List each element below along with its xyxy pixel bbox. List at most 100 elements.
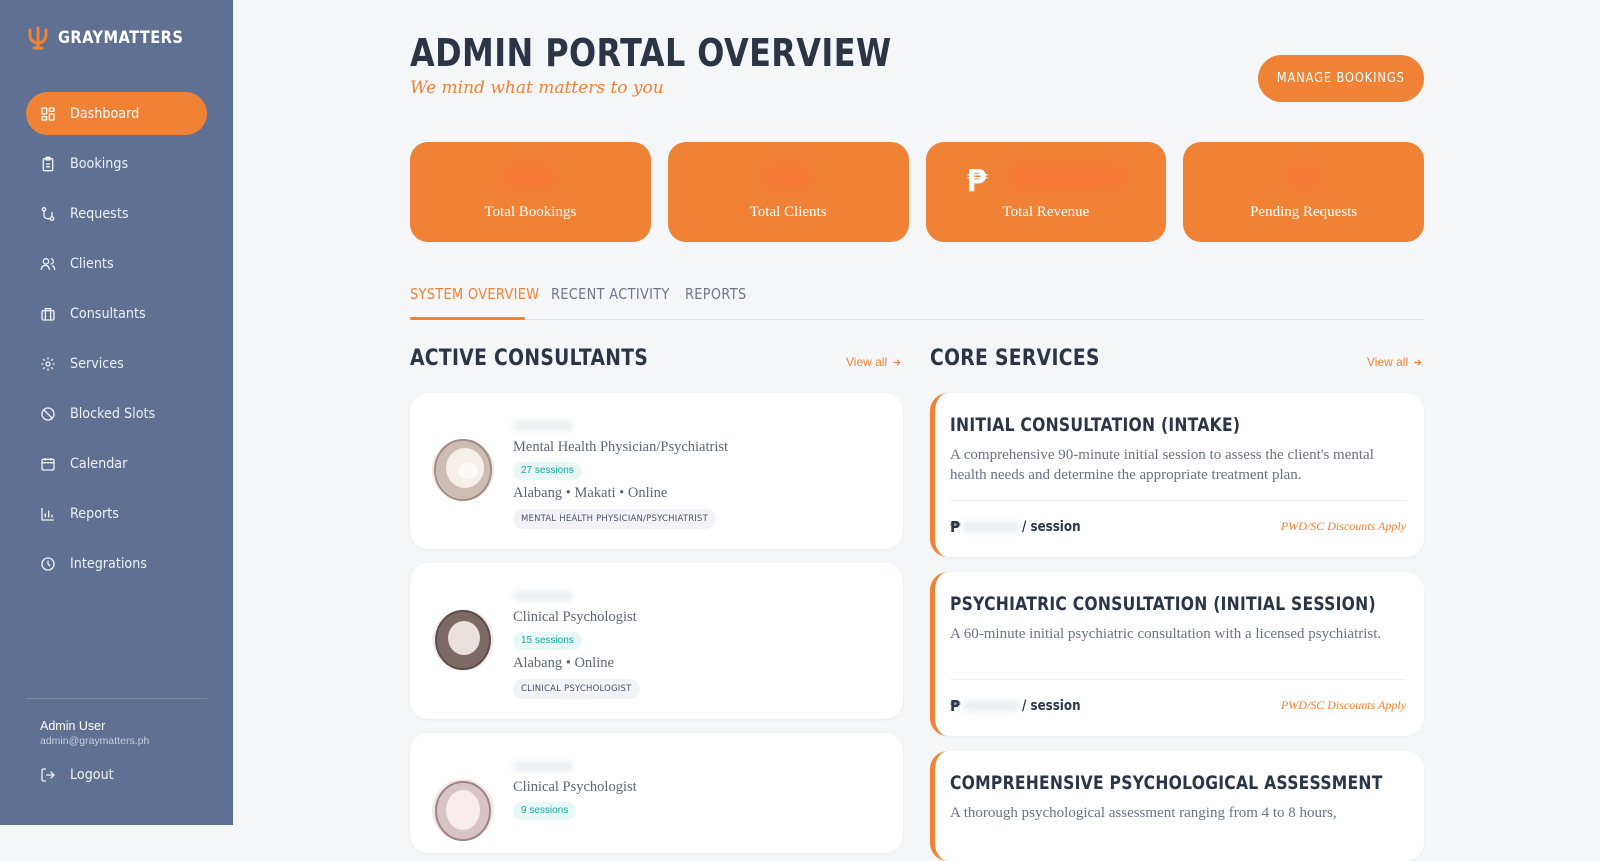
consultant-avatar <box>430 607 496 673</box>
dashboard-icon <box>41 106 55 121</box>
sidebar-item-label: Calendar <box>70 455 128 472</box>
service-title: COMPREHENSIVE PSYCHOLOGICAL ASSESSMENT <box>950 772 1383 794</box>
divider <box>950 500 1406 501</box>
user-name: Admin User <box>40 719 106 733</box>
per-session-label: / session <box>1022 698 1081 714</box>
per-session-label: / session <box>1022 519 1081 535</box>
manage-bookings-label: MANAGE BOOKINGS <box>1276 71 1406 86</box>
consultant-locations: Alabang • Makati • Online <box>513 485 668 501</box>
sidebar-item-label: Clients <box>70 255 114 272</box>
manage-bookings-button[interactable]: MANAGE BOOKINGS <box>1258 55 1424 102</box>
stat-value-redacted <box>410 166 651 194</box>
service-description: A thorough psychological assessment rang… <box>950 805 1337 821</box>
stat-value-redacted <box>1183 166 1424 194</box>
active-tab-indicator <box>410 317 525 320</box>
consultant-avatar <box>430 777 496 843</box>
users-icon <box>40 257 56 270</box>
sidebar-item-reports[interactable]: Reports <box>26 492 207 535</box>
stat-value-redacted <box>668 166 909 194</box>
sidebar-item-services[interactable]: Services <box>26 342 207 385</box>
sidebar-item-label: Services <box>70 355 124 372</box>
sidebar-item-label: Bookings <box>70 155 129 172</box>
consultant-role: Mental Health Physician/Psychiatrist <box>513 439 729 455</box>
peso-icon: ₱ <box>950 518 961 536</box>
consultant-locations: Alabang • Online <box>513 655 614 671</box>
tab-reports[interactable]: REPORTS <box>685 285 747 303</box>
consultant-avatar <box>430 437 496 503</box>
consultant-name-redacted <box>513 591 573 601</box>
service-price: ₱ / session <box>950 697 1091 715</box>
service-title: PSYCHIATRIC CONSULTATION (INITIAL SESSIO… <box>950 593 1376 615</box>
services-view-all-link[interactable]: View all <box>1367 355 1423 369</box>
tagline: We mind what matters to you <box>410 78 664 98</box>
page-title: ADMIN PORTAL OVERVIEW <box>410 31 892 75</box>
sidebar-divider <box>26 698 207 699</box>
sidebar-item-requests[interactable]: Requests <box>26 192 207 235</box>
view-all-label: View all <box>846 355 888 369</box>
stat-label: Total Clients <box>749 204 827 220</box>
calendar-icon <box>41 457 55 471</box>
logout-button[interactable]: Logout <box>40 767 120 783</box>
consultant-card[interactable]: Mental Health Physician/Psychiatrist 27 … <box>410 393 903 549</box>
sidebar: GRAYMATTERS Dashboard Bookings Requests … <box>0 0 233 825</box>
sidebar-item-bookings[interactable]: Bookings <box>26 142 207 185</box>
sidebar-item-calendar[interactable]: Calendar <box>26 442 207 485</box>
stat-card-total-clients[interactable]: Total Clients <box>667 142 909 242</box>
gear-icon <box>41 356 55 371</box>
consultant-role: Clinical Psychologist <box>513 609 637 625</box>
user-email: admin@graymatters.ph <box>40 735 150 747</box>
service-card[interactable]: COMPREHENSIVE PSYCHOLOGICAL ASSESSMENT A… <box>930 751 1424 861</box>
price-redacted <box>962 521 1021 533</box>
service-description: A comprehensive 90-minute initial sessio… <box>950 447 1374 483</box>
ban-icon <box>41 406 55 421</box>
sidebar-item-clients[interactable]: Clients <box>26 242 207 285</box>
tab-system-overview[interactable]: SYSTEM OVERVIEW <box>410 285 539 303</box>
sidebar-item-label: Blocked Slots <box>70 405 156 422</box>
sidebar-item-label: Integrations <box>70 555 147 572</box>
stat-card-total-revenue[interactable]: ₱ Total Revenue <box>925 142 1167 242</box>
bar-chart-icon <box>41 507 54 521</box>
sidebar-nav: Dashboard Bookings Requests Clients Cons… <box>26 92 207 592</box>
discount-note: PWD/SC Discounts Apply <box>1280 698 1406 712</box>
brand-logo[interactable]: GRAYMATTERS <box>26 26 204 50</box>
sidebar-item-blocked-slots[interactable]: Blocked Slots <box>26 392 207 435</box>
arrow-right-icon <box>893 358 901 366</box>
sidebar-item-label: Dashboard <box>70 105 140 122</box>
session-count-badge: 9 sessions <box>513 802 577 820</box>
consultants-view-all-link[interactable]: View all <box>846 355 902 369</box>
service-card[interactable]: PSYCHIATRIC CONSULTATION (INITIAL SESSIO… <box>930 572 1424 736</box>
arrow-right-icon <box>1414 358 1422 366</box>
specialty-tag: CLINICAL PSYCHOLOGIST <box>513 679 640 699</box>
consultant-role: Clinical Psychologist <box>513 779 637 795</box>
sidebar-item-consultants[interactable]: Consultants <box>26 292 207 335</box>
stat-card-pending-requests[interactable]: Pending Requests <box>1183 142 1424 242</box>
overview-tabs: SYSTEM OVERVIEW RECENT ACTIVITY REPORTS <box>410 283 1424 320</box>
divider <box>950 679 1406 680</box>
sidebar-item-label: Requests <box>70 205 129 222</box>
logout-icon <box>41 768 55 782</box>
tab-recent-activity[interactable]: RECENT ACTIVITY <box>551 285 670 303</box>
route-icon <box>41 206 55 221</box>
stat-label: Pending Requests <box>1250 204 1358 220</box>
consultant-card[interactable]: Clinical Psychologist 15 sessions Alaban… <box>410 563 903 719</box>
consultant-card[interactable]: Clinical Psychologist 9 sessions <box>410 733 903 853</box>
sidebar-item-label: Consultants <box>70 305 146 322</box>
clipboard-icon <box>42 156 54 171</box>
service-price: ₱ / session <box>950 518 1091 536</box>
sidebar-item-integrations[interactable]: Integrations <box>26 542 207 585</box>
service-title: INITIAL CONSULTATION (INTAKE) <box>950 414 1241 436</box>
consultant-name-redacted <box>513 421 573 431</box>
clock-icon <box>41 556 55 571</box>
service-card[interactable]: INITIAL CONSULTATION (INTAKE) A comprehe… <box>930 393 1424 557</box>
view-all-label: View all <box>1367 355 1409 369</box>
briefcase-icon <box>41 307 55 321</box>
discount-note: PWD/SC Discounts Apply <box>1280 519 1406 533</box>
session-count-badge: 27 sessions <box>513 462 582 480</box>
stat-cards: Total Bookings Total Clients ₱ Total Rev… <box>410 142 1424 242</box>
service-description: A 60-minute initial psychiatric consulta… <box>950 626 1382 642</box>
sidebar-item-dashboard[interactable]: Dashboard <box>26 92 207 135</box>
stat-card-total-bookings[interactable]: Total Bookings <box>410 142 651 242</box>
consultant-name-redacted <box>513 761 573 771</box>
active-consultants-title: ACTIVE CONSULTANTS <box>410 346 649 371</box>
stat-label: Total Bookings <box>484 204 577 220</box>
